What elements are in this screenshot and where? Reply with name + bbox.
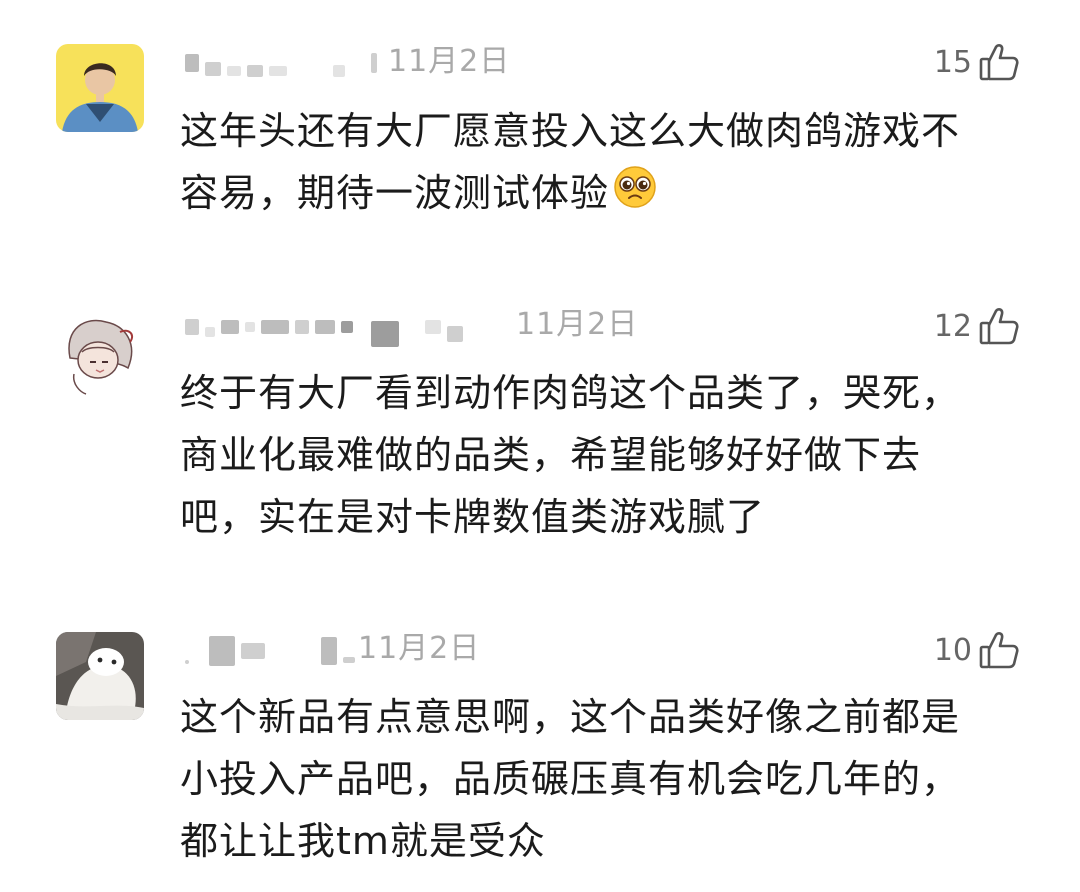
- like-button[interactable]: 12: [934, 302, 1020, 350]
- username-masked[interactable]: [185, 636, 355, 666]
- like-count: 12: [933, 308, 972, 344]
- thumbs-up-icon[interactable]: [978, 41, 1020, 83]
- comment-line: 这个新品有点意思啊，这个品类好像之前都是: [180, 695, 961, 739]
- like-button[interactable]: 10: [934, 626, 1020, 674]
- thumbs-up-icon[interactable]: [978, 629, 1020, 671]
- username-masked[interactable]: [185, 312, 463, 347]
- comment-line: 商业化最难做的品类，希望能够好好做下去: [180, 433, 922, 477]
- avatar[interactable]: [56, 308, 144, 396]
- comment-line: 小投入产品吧，品质碾压真有机会吃几年的，: [180, 757, 961, 801]
- comment-text: 这年头还有大厂愿意投入这么大做肉鸽游戏不 容易，期待一波测试体验: [180, 100, 1040, 227]
- like-button[interactable]: 15: [934, 38, 1020, 86]
- thumbs-up-icon[interactable]: [978, 305, 1020, 347]
- avatar[interactable]: [56, 632, 144, 720]
- pleading-face-emoji-icon: [613, 165, 657, 227]
- comment-date: 11月2日: [358, 631, 481, 666]
- like-count: 10: [933, 632, 972, 668]
- comment-line: 终于有大厂看到动作肉鸽这个品类了，哭死，: [180, 371, 961, 415]
- like-count: 15: [933, 44, 972, 80]
- comment-line: 容易，期待一波测试体验: [180, 171, 610, 215]
- comment-text: 终于有大厂看到动作肉鸽这个品类了，哭死， 商业化最难做的品类，希望能够好好做下去…: [180, 362, 1040, 548]
- comment-text: 这个新品有点意思啊，这个品类好像之前都是 小投入产品吧，品质碾压真有机会吃几年的…: [180, 686, 1040, 872]
- comment-line: 这年头还有大厂愿意投入这么大做肉鸽游戏不: [180, 109, 961, 153]
- username-masked[interactable]: [185, 48, 377, 78]
- comment-date: 11月2日: [516, 307, 639, 342]
- comment-date: 11月2日: [388, 44, 511, 79]
- comment-line: 吧，实在是对卡牌数值类游戏腻了: [180, 495, 766, 539]
- avatar[interactable]: [56, 44, 144, 132]
- comment-line: 都让让我tm就是受众: [180, 819, 546, 863]
